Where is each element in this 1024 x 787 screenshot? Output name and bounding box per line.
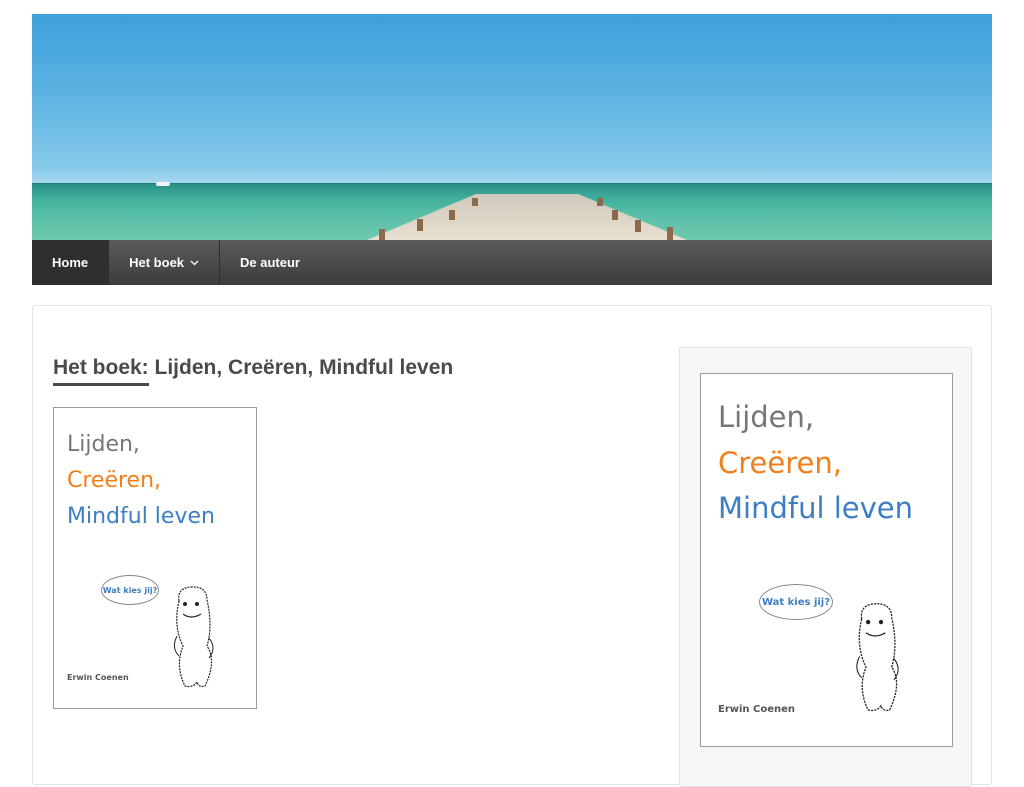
sidebar-book-cover-image[interactable]: Lijden, Creëren, Mindful leven Wat kies … bbox=[700, 373, 953, 747]
cover-author: Erwin Coenen bbox=[718, 704, 796, 715]
monster-illustration bbox=[173, 586, 214, 688]
boat bbox=[156, 182, 170, 186]
cover-title-line3: Mindful leven bbox=[67, 504, 215, 529]
sidebar-widget: Lijden, Creëren, Mindful leven Wat kies … bbox=[679, 347, 972, 787]
pier-post bbox=[597, 198, 603, 206]
pier-post bbox=[635, 220, 641, 232]
nav-item-label: Home bbox=[52, 255, 89, 270]
nav-item-label: De auteur bbox=[240, 255, 300, 270]
page-title: Het boek: Lijden, Creëren, Mindful leven bbox=[53, 356, 454, 386]
cover-author: Erwin Coenen bbox=[67, 673, 129, 682]
pier-post bbox=[449, 210, 455, 220]
cover-title-line1: Lijden, bbox=[67, 432, 140, 457]
pier-post bbox=[667, 227, 673, 240]
pier-post bbox=[379, 229, 385, 240]
cover-title-line2: Creëren, bbox=[718, 446, 842, 480]
speech-bubble: Wat kies jij? bbox=[101, 575, 159, 605]
content-area: Het boek: Lijden, Creëren, Mindful leven… bbox=[32, 305, 992, 787]
nav-item-de-auteur[interactable]: De auteur bbox=[220, 240, 320, 285]
nav-item-het-boek[interactable]: Het boek bbox=[109, 240, 221, 285]
cover-title-line3: Mindful leven bbox=[718, 491, 914, 525]
main-navigation: Home Het boek De auteur bbox=[32, 240, 992, 285]
pier-post bbox=[472, 198, 478, 206]
header-banner-image bbox=[32, 14, 992, 240]
nav-item-label: Het boek bbox=[129, 255, 185, 270]
pier-post bbox=[612, 210, 618, 220]
nav-item-home[interactable]: Home bbox=[32, 240, 110, 285]
pier-post bbox=[417, 219, 423, 231]
page-title-rest: Lijden, Creëren, Mindful leven bbox=[148, 356, 454, 379]
chevron-down-icon bbox=[190, 258, 199, 269]
book-cover-image[interactable]: Lijden, Creëren, Mindful leven Wat kies … bbox=[53, 407, 257, 709]
cover-title-line1: Lijden, bbox=[718, 400, 815, 434]
cover-title-line2: Creëren, bbox=[67, 468, 162, 493]
speech-bubble: Wat kies jij? bbox=[759, 584, 833, 620]
page-title-prefix: Het boek: bbox=[53, 356, 149, 386]
monster-illustration bbox=[856, 603, 899, 712]
